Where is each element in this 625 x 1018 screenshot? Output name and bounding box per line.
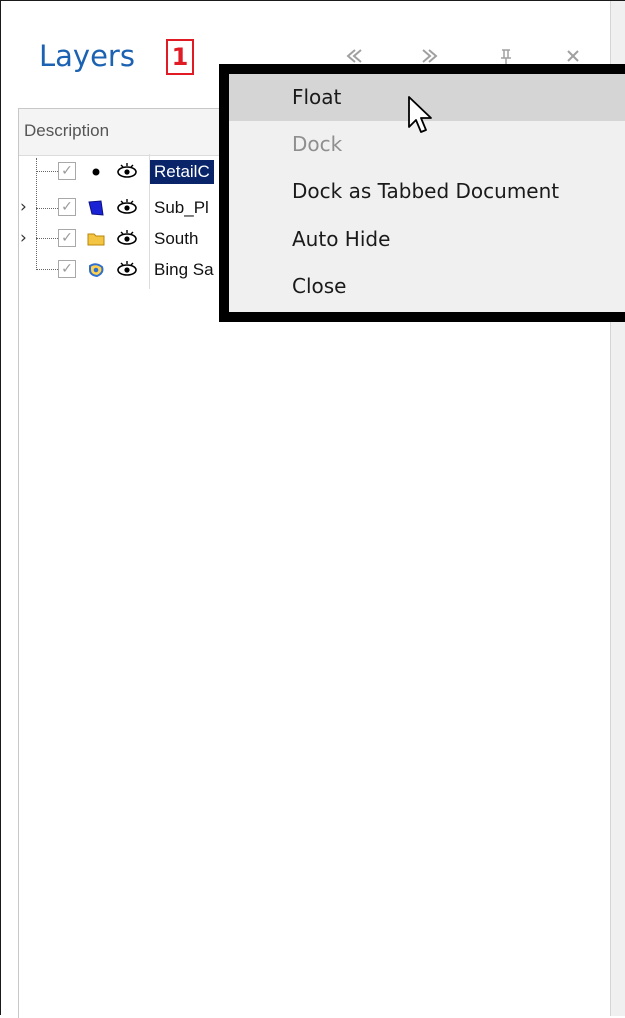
layer-label[interactable]: South: [150, 227, 202, 251]
menu-item-label: Auto Hide: [292, 227, 391, 251]
layer-label[interactable]: RetailC: [150, 160, 214, 184]
bing-map-icon: [86, 260, 106, 280]
menu-item-dock-tabbed[interactable]: Dock as Tabbed Document: [229, 168, 625, 215]
expand-chevron-icon[interactable]: ›: [20, 197, 34, 217]
menu-item-label: Dock: [292, 132, 343, 156]
menu-item-label: Float: [292, 85, 342, 109]
eye-icon[interactable]: [115, 258, 139, 280]
visibility-checkbox[interactable]: ✓: [58, 229, 76, 247]
layer-label[interactable]: Sub_Pl: [150, 196, 213, 220]
expand-chevron-icon[interactable]: ›: [20, 228, 34, 248]
point-layer-icon: [86, 162, 106, 182]
menu-item-label: Dock as Tabbed Document: [292, 179, 560, 203]
visibility-checkbox[interactable]: ✓: [58, 198, 76, 216]
column-header-description: Description: [24, 121, 110, 140]
panel-title: Layers: [39, 39, 135, 73]
polygon-layer-icon: [86, 198, 106, 218]
step-badge: 1: [166, 39, 194, 75]
visibility-checkbox[interactable]: ✓: [58, 260, 76, 278]
layer-label[interactable]: Bing Sa: [150, 258, 218, 282]
eye-icon[interactable]: [115, 227, 139, 249]
menu-item-auto-hide[interactable]: Auto Hide: [229, 216, 625, 263]
eye-icon[interactable]: [115, 196, 139, 218]
folder-icon: [86, 229, 106, 249]
visibility-checkbox[interactable]: ✓: [58, 162, 76, 180]
menu-item-close[interactable]: Close: [229, 263, 625, 310]
menu-item-label: Close: [292, 274, 347, 298]
mouse-cursor-icon: [406, 95, 438, 139]
eye-icon[interactable]: [115, 160, 139, 182]
